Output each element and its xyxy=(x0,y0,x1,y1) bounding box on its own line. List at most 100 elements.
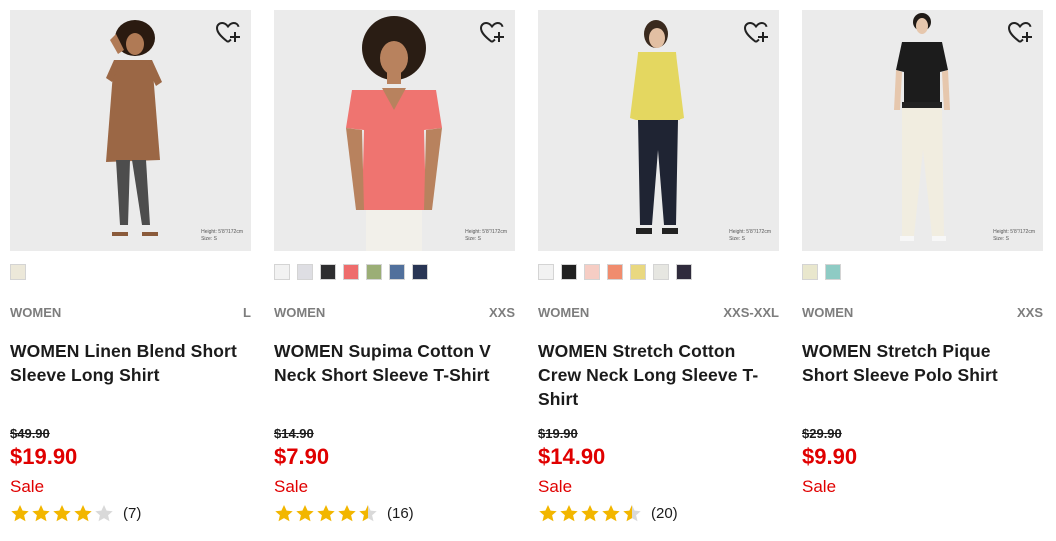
model-height: Height: 5'8"/172cm xyxy=(465,229,507,235)
size-range: L xyxy=(243,305,251,320)
product-meta: WOMEN XXS xyxy=(802,305,1043,323)
size-range: XXS-XXL xyxy=(723,305,779,320)
product-name[interactable]: WOMEN Stretch Cotton Crew Neck Long Slee… xyxy=(538,339,774,411)
gender-label: WOMEN xyxy=(538,305,590,320)
sale-flag: Sale xyxy=(10,477,45,496)
sale-flag: Sale xyxy=(274,477,309,496)
star-icon xyxy=(95,505,113,522)
model-height: Height: 5'8"/172cm xyxy=(729,229,771,235)
star-rating xyxy=(538,504,642,522)
star-icon xyxy=(275,505,293,522)
heart-plus-icon xyxy=(1007,21,1032,43)
gender-label: WOMEN xyxy=(10,305,62,320)
product-grid: Height: 5'8"/172cm Size: S WOMEN L WOMEN… xyxy=(0,0,1056,541)
sale-price: $14.90 xyxy=(538,444,606,469)
heart-plus-icon xyxy=(743,21,768,43)
rating[interactable]: (20) xyxy=(538,503,678,523)
model-info: Height: 5'8"/172cm Size: S xyxy=(993,229,1035,243)
product-meta: WOMEN XXS xyxy=(274,305,515,323)
model-size: Size: S xyxy=(729,236,745,242)
product-card[interactable]: Height: 5'8"/172cm Size: S WOMEN XXS-XXL… xyxy=(538,10,779,535)
add-to-wishlist-button[interactable] xyxy=(479,20,505,46)
review-count: (16) xyxy=(387,504,414,522)
original-price: $29.90 xyxy=(802,426,842,441)
color-swatch[interactable] xyxy=(607,264,623,280)
color-swatches xyxy=(802,264,841,282)
model-info: Height: 5'8"/172cm Size: S xyxy=(729,229,771,243)
original-price: $49.90 xyxy=(10,426,50,441)
product-name[interactable]: WOMEN Linen Blend Short Sleeve Long Shir… xyxy=(10,339,246,387)
sale-flag: Sale xyxy=(802,477,837,496)
color-swatch[interactable] xyxy=(825,264,841,280)
product-image[interactable]: Height: 5'8"/172cm Size: S xyxy=(274,10,515,251)
model-height: Height: 5'8"/172cm xyxy=(201,229,243,235)
rating[interactable]: (16) xyxy=(274,503,414,523)
color-swatch[interactable] xyxy=(584,264,600,280)
original-price: $19.90 xyxy=(538,426,578,441)
product-image[interactable]: Height: 5'8"/172cm Size: S xyxy=(10,10,251,251)
sale-price: $19.90 xyxy=(10,444,78,469)
color-swatch[interactable] xyxy=(653,264,669,280)
color-swatch[interactable] xyxy=(561,264,577,280)
gender-label: WOMEN xyxy=(274,305,326,320)
star-icon xyxy=(53,505,71,522)
model-illustration xyxy=(538,10,779,251)
product-meta: WOMEN L xyxy=(10,305,251,323)
color-swatch[interactable] xyxy=(320,264,336,280)
color-swatch[interactable] xyxy=(802,264,818,280)
color-swatch[interactable] xyxy=(10,264,26,280)
model-info: Height: 5'8"/172cm Size: S xyxy=(201,229,243,243)
color-swatch[interactable] xyxy=(676,264,692,280)
product-card[interactable]: Height: 5'8"/172cm Size: S WOMEN XXS WOM… xyxy=(802,10,1043,535)
model-illustration xyxy=(802,10,1043,251)
size-range: XXS xyxy=(1016,305,1043,320)
rating[interactable]: (7) xyxy=(10,503,141,523)
star-rating xyxy=(10,504,114,522)
product-name[interactable]: WOMEN Supima Cotton V Neck Short Sleeve … xyxy=(274,339,510,387)
color-swatches xyxy=(538,264,692,282)
star-icon xyxy=(623,505,641,522)
model-illustration xyxy=(10,10,251,251)
add-to-wishlist-button[interactable] xyxy=(215,20,241,46)
product-card[interactable]: Height: 5'8"/172cm Size: S WOMEN XXS WOM… xyxy=(274,10,515,535)
star-icon xyxy=(11,505,29,522)
color-swatch[interactable] xyxy=(538,264,554,280)
star-icon xyxy=(32,505,50,522)
product-name[interactable]: WOMEN Stretch Pique Short Sleeve Polo Sh… xyxy=(802,339,1038,387)
color-swatch[interactable] xyxy=(297,264,313,280)
product-image[interactable]: Height: 5'8"/172cm Size: S xyxy=(538,10,779,251)
model-size: Size: S xyxy=(465,236,481,242)
original-price: $14.90 xyxy=(274,426,314,441)
color-swatch[interactable] xyxy=(389,264,405,280)
heart-plus-icon xyxy=(215,21,240,43)
color-swatch[interactable] xyxy=(343,264,359,280)
model-size: Size: S xyxy=(993,236,1009,242)
product-card[interactable]: Height: 5'8"/172cm Size: S WOMEN L WOMEN… xyxy=(10,10,251,535)
model-illustration xyxy=(274,10,515,251)
sale-flag: Sale xyxy=(538,477,573,496)
color-swatch[interactable] xyxy=(412,264,428,280)
star-rating xyxy=(274,504,378,522)
add-to-wishlist-button[interactable] xyxy=(1007,20,1033,46)
color-swatch[interactable] xyxy=(274,264,290,280)
color-swatches xyxy=(10,264,26,282)
color-swatch[interactable] xyxy=(366,264,382,280)
size-range: XXS xyxy=(488,305,515,320)
gender-label: WOMEN xyxy=(802,305,854,320)
star-icon xyxy=(74,505,92,522)
star-icon xyxy=(581,505,599,522)
heart-plus-icon xyxy=(479,21,504,43)
review-count: (7) xyxy=(123,504,142,522)
star-icon xyxy=(539,505,557,522)
star-icon xyxy=(359,505,377,522)
model-height: Height: 5'8"/172cm xyxy=(993,229,1035,235)
model-size: Size: S xyxy=(201,236,217,242)
product-meta: WOMEN XXS-XXL xyxy=(538,305,779,323)
color-swatches xyxy=(274,264,428,282)
add-to-wishlist-button[interactable] xyxy=(743,20,769,46)
product-image[interactable]: Height: 5'8"/172cm Size: S xyxy=(802,10,1043,251)
sale-price: $7.90 xyxy=(274,444,330,469)
star-icon xyxy=(602,505,620,522)
star-icon xyxy=(296,505,314,522)
color-swatch[interactable] xyxy=(630,264,646,280)
